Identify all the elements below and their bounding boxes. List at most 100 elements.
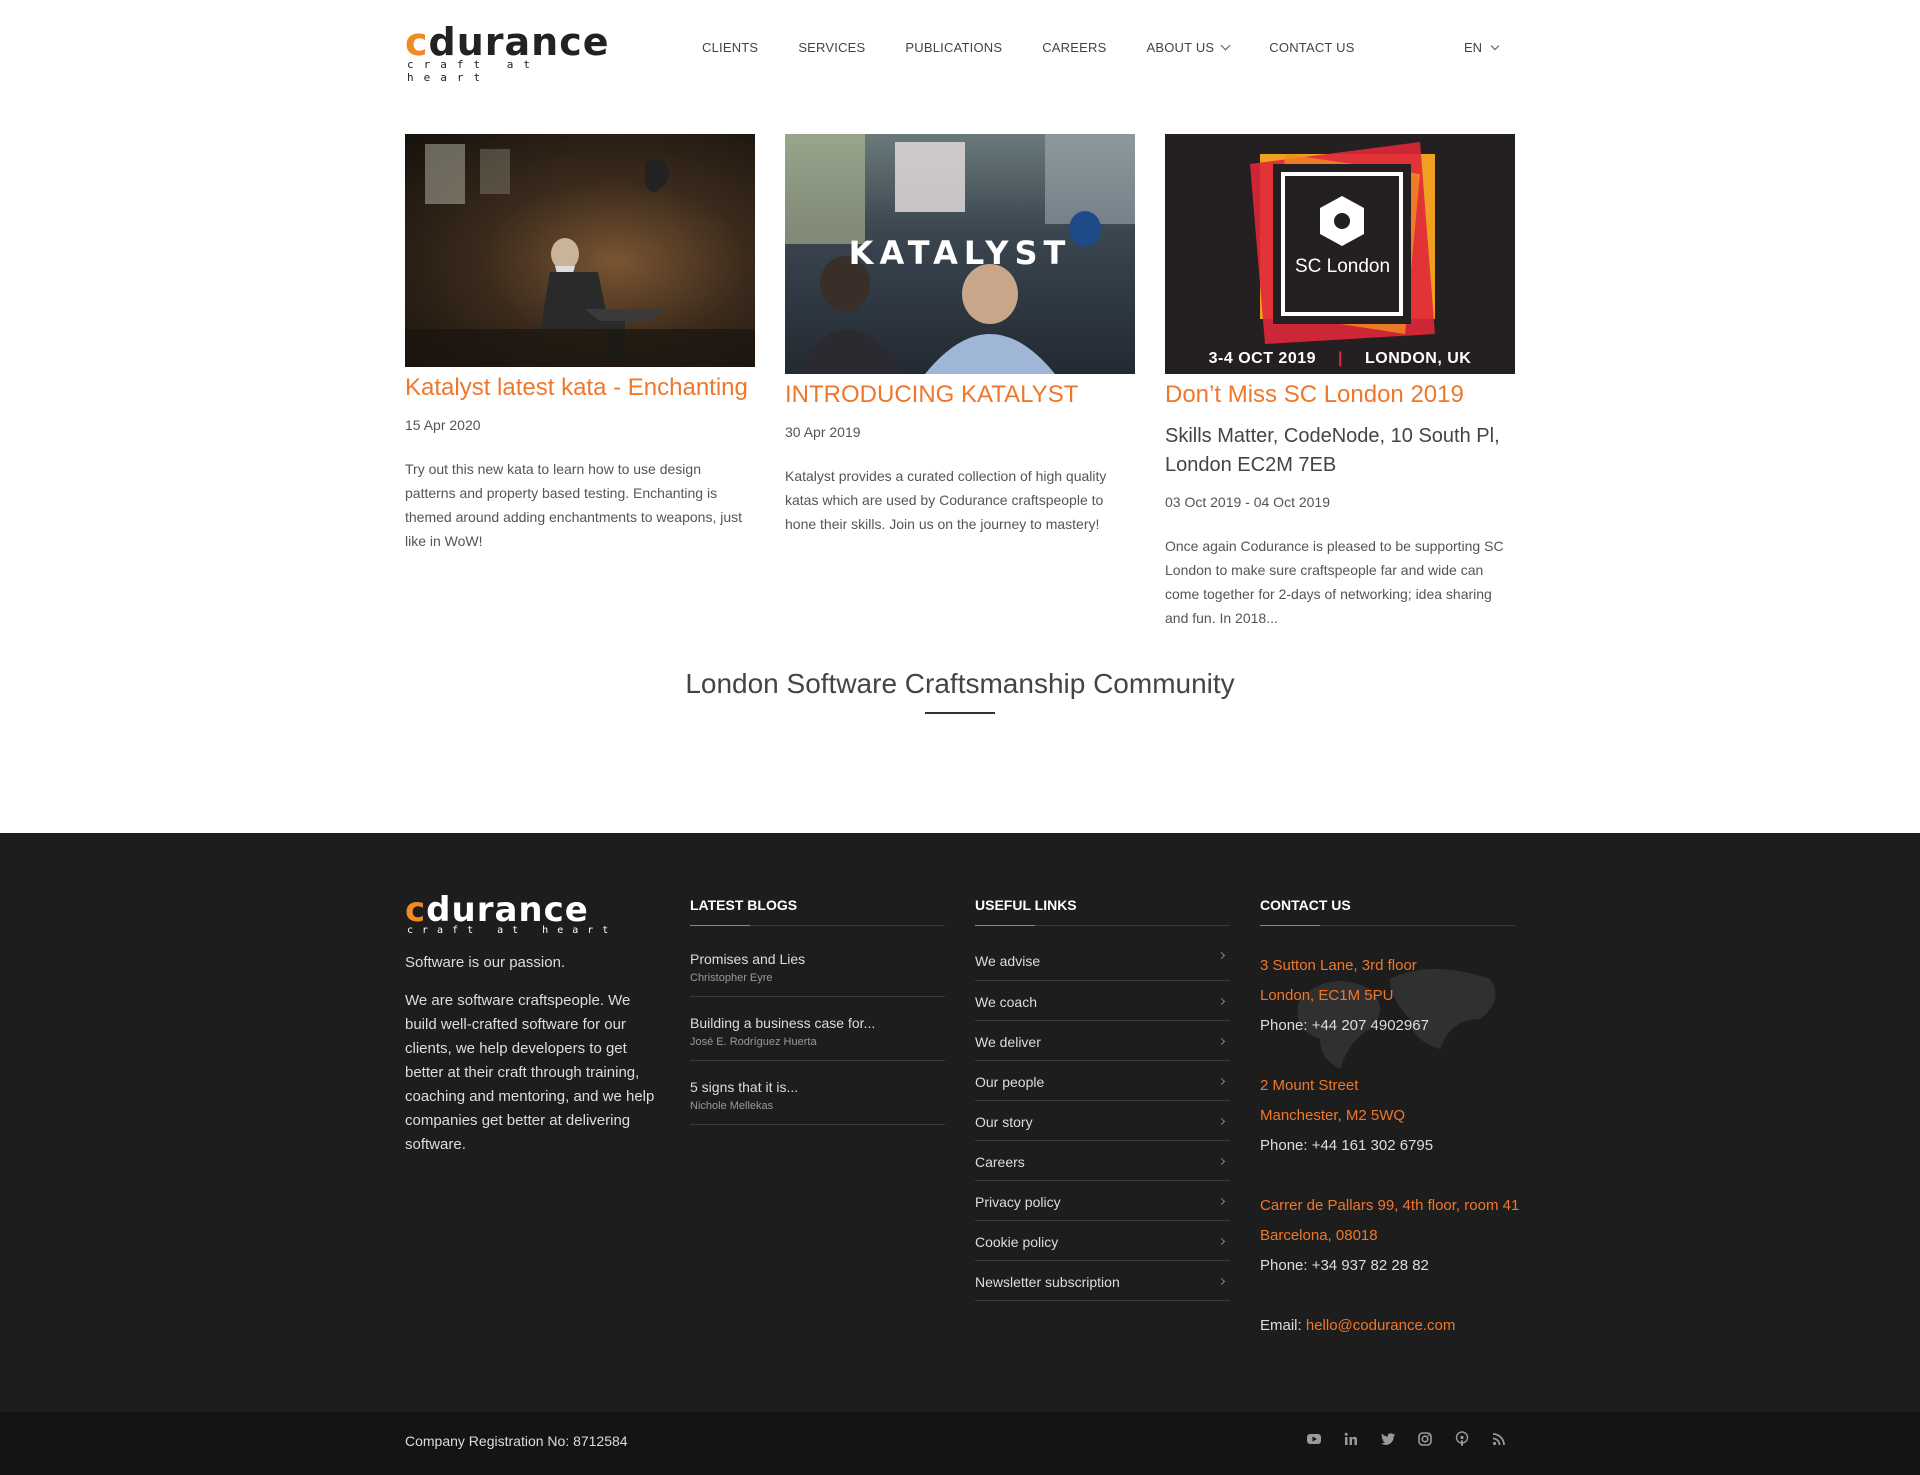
blog-item[interactable]: Building a business case for... José E. … — [690, 1015, 945, 1061]
blacksmith-image[interactable] — [405, 134, 755, 367]
office-address-line[interactable]: 2 Mount Street — [1260, 1071, 1520, 1101]
email-link[interactable]: hello@codurance.com — [1306, 1317, 1455, 1334]
katalyst-image[interactable]: KATALYST — [785, 134, 1135, 374]
logo-tagline: craft at heart — [407, 925, 618, 936]
email-line: Email: hello@codurance.com — [1260, 1311, 1520, 1341]
office-phone: Phone: +44 207 4902967 — [1260, 1017, 1429, 1034]
footer-link-label: We coach — [975, 993, 1037, 1010]
footer-link-label: Cookie policy — [975, 1233, 1059, 1250]
office-address-line[interactable]: Manchester, M2 5WQ — [1260, 1101, 1520, 1131]
latest-blogs-list: Promises and Lies Christopher Eyre Build… — [690, 951, 945, 1143]
blog-item[interactable]: Promises and Lies Christopher Eyre — [690, 951, 945, 997]
nav-about-us-label: ABOUT US — [1146, 40, 1215, 55]
card-description: Try out this new kata to learn how to us… — [405, 461, 743, 549]
footer-logo[interactable]: cdurance craft at heart — [405, 893, 617, 936]
card-description: Once again Codurance is pleased to be su… — [1165, 538, 1504, 626]
chevron-right-icon — [1217, 1037, 1226, 1046]
footer-link[interactable]: Our story — [975, 1101, 1230, 1141]
nav-publications[interactable]: PUBLICATIONS — [905, 40, 1002, 55]
linkedin-icon[interactable] — [1343, 1431, 1359, 1447]
community-title: London Software Craftsmanship Community — [685, 668, 1235, 699]
useful-links-list: We advise We coach We deliver Our people… — [975, 951, 1230, 1301]
language-label: EN — [1464, 40, 1483, 55]
footer-link[interactable]: Careers — [975, 1141, 1230, 1181]
sc-london-image-dates: 3-4 OCT 2019 — [1208, 350, 1317, 367]
site-footer: cdurance craft at heart Software is our … — [0, 833, 1920, 1412]
chevron-down-icon — [1220, 40, 1231, 51]
card-date: 30 Apr 2019 — [785, 424, 861, 440]
blog-author: Christopher Eyre — [690, 972, 773, 984]
card-title[interactable]: Don’t Miss SC London 2019 — [1165, 380, 1515, 410]
card-title[interactable]: Katalyst latest kata - Enchanting — [405, 373, 755, 403]
sc-london-image-separator: | — [1338, 350, 1344, 367]
footer-about: Software is our passion. We are software… — [405, 951, 665, 1157]
office-address-line[interactable]: 3 Sutton Lane, 3rd floor — [1260, 951, 1520, 981]
nav-clients[interactable]: CLIENTS — [702, 40, 758, 55]
useful-links-heading: USEFUL LINKS — [975, 897, 1230, 926]
chevron-right-icon — [1217, 1197, 1226, 1206]
office-address-line[interactable]: Barcelona, 08018 — [1260, 1221, 1520, 1251]
event-card[interactable]: SC London 3-4 OCT 2019 | LONDON, UK Don’t … — [1165, 134, 1515, 630]
email-label: Email: — [1260, 1317, 1302, 1334]
logo-word: durance — [426, 890, 589, 930]
card-title[interactable]: INTRODUCING KATALYST — [785, 380, 1135, 410]
office-phone: Phone: +44 161 302 6795 — [1260, 1137, 1434, 1154]
sc-london-image-text: SC London — [1294, 256, 1391, 277]
card-description: Katalyst provides a curated collection o… — [785, 468, 1107, 532]
chevron-right-icon — [1217, 997, 1226, 1006]
logo-letter: c — [405, 890, 427, 930]
footer-link-label: Careers — [975, 1153, 1025, 1170]
contact-us-heading: CONTACT US — [1260, 897, 1515, 926]
sc-london-illustration — [1250, 142, 1435, 344]
nav-about-us[interactable]: ABOUT US — [1146, 40, 1231, 55]
chevron-right-icon — [1217, 1117, 1226, 1126]
rss-icon[interactable] — [1491, 1431, 1507, 1447]
about-text: We are software craftspeople. We build w… — [405, 992, 655, 1153]
chevron-right-icon — [1217, 1157, 1226, 1166]
instagram-icon[interactable] — [1417, 1431, 1433, 1447]
chevron-right-icon — [1217, 951, 1226, 960]
nav-careers[interactable]: CAREERS — [1042, 40, 1106, 55]
footer-link[interactable]: Newsletter subscription — [975, 1261, 1230, 1301]
footer-link-label: We deliver — [975, 1033, 1041, 1050]
news-card[interactable]: Katalyst latest kata - Enchanting 15 Apr… — [405, 134, 755, 553]
chevron-right-icon — [1217, 1237, 1226, 1246]
office-phone: Phone: +34 937 82 28 82 — [1260, 1257, 1429, 1274]
sc-london-image[interactable]: SC London 3-4 OCT 2019 | LONDON, UK — [1165, 134, 1515, 374]
news-card[interactable]: KATALYST INTRODUCING KATALYST 30 Apr 201… — [785, 134, 1135, 536]
blog-item[interactable]: 5 signs that it is... Nichole Mellekas — [690, 1079, 945, 1125]
social-links — [1306, 1431, 1528, 1447]
title-underline — [925, 712, 995, 714]
community-section: London Software Craftsmanship Community — [0, 668, 1920, 714]
footer-link[interactable]: We coach — [975, 981, 1230, 1021]
blacksmith-illustration — [405, 144, 755, 367]
company-registration: Company Registration No: 8712584 — [405, 1433, 628, 1449]
main-nav: CLIENTS SERVICES PUBLICATIONS CAREERS AB… — [682, 40, 1375, 55]
sc-london-image-footer: 3-4 OCT 2019 | LONDON, UK — [1165, 350, 1515, 368]
contact-details: 3 Sutton Lane, 3rd floor London, EC1M 5P… — [1260, 951, 1520, 1341]
footer-link[interactable]: Privacy policy — [975, 1181, 1230, 1221]
office-address-line[interactable]: London, EC1M 5PU — [1260, 981, 1520, 1011]
footer-link[interactable]: Cookie policy — [975, 1221, 1230, 1261]
card-date: 03 Oct 2019 - 04 Oct 2019 — [1165, 494, 1330, 510]
card-date: 15 Apr 2020 — [405, 417, 481, 433]
codurance-logo[interactable]: cdurance craft at heart — [405, 23, 630, 84]
footer-link[interactable]: We advise — [975, 951, 1230, 981]
podcast-icon[interactable] — [1454, 1431, 1470, 1447]
youtube-icon[interactable] — [1306, 1431, 1322, 1447]
footer-link[interactable]: Our people — [975, 1061, 1230, 1101]
footer-link-label: Our story — [975, 1113, 1033, 1130]
nav-services[interactable]: SERVICES — [798, 40, 865, 55]
chevron-down-icon — [1490, 41, 1500, 51]
office-address-line[interactable]: Carrer de Pallars 99, 4th floor, room 41 — [1260, 1191, 1520, 1221]
blog-title[interactable]: 5 signs that it is... — [690, 1079, 945, 1095]
footer-link-label: Privacy policy — [975, 1193, 1061, 1210]
nav-contact-us[interactable]: CONTACT US — [1269, 40, 1354, 55]
blog-author: José E. Rodríguez Huerta — [690, 1036, 817, 1048]
sc-london-image-location: LONDON, UK — [1365, 350, 1472, 367]
language-selector[interactable]: EN — [1464, 40, 1500, 55]
footer-link[interactable]: We deliver — [975, 1021, 1230, 1061]
blog-title[interactable]: Building a business case for... — [690, 1015, 945, 1031]
twitter-icon[interactable] — [1380, 1431, 1396, 1447]
blog-title[interactable]: Promises and Lies — [690, 951, 945, 967]
